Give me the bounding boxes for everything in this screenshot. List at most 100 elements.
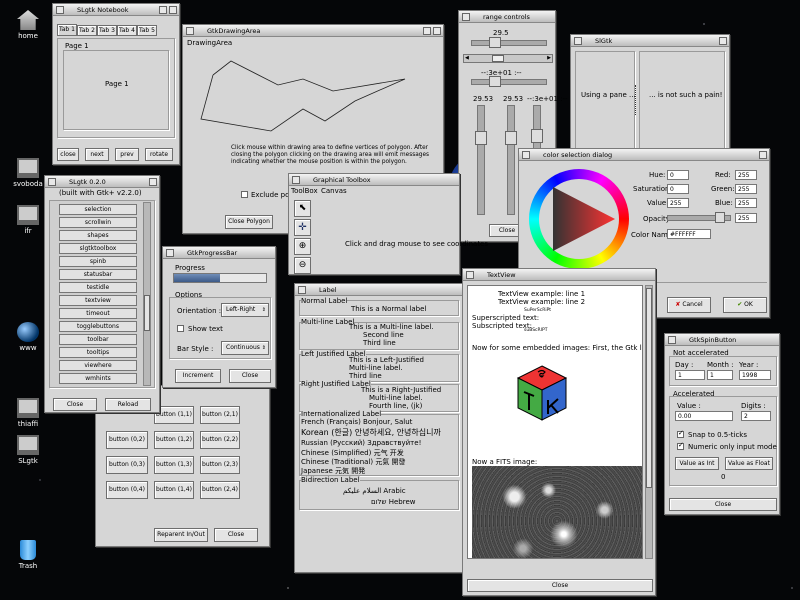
left-arrow-icon[interactable]: ◀ bbox=[465, 55, 469, 61]
list-item-testidle[interactable]: testidle bbox=[59, 282, 137, 293]
scrollbar-thumb[interactable] bbox=[492, 55, 504, 62]
reload-button[interactable]: Reload bbox=[105, 398, 151, 411]
exclude-point-checkbox[interactable] bbox=[241, 191, 248, 198]
value-as-float-button[interactable]: Value as Float bbox=[725, 457, 773, 470]
scrollbar-thumb[interactable] bbox=[144, 295, 150, 331]
tab-2[interactable]: Tab 2 bbox=[77, 25, 97, 36]
grid-button-1-4[interactable]: button (1,4) bbox=[154, 481, 194, 499]
tab-1[interactable]: Tab 1 bbox=[57, 24, 77, 36]
title-bar[interactable]: GtkDrawingArea bbox=[183, 25, 443, 37]
close-button[interactable]: Close bbox=[53, 398, 97, 411]
title-bar[interactable]: range controls bbox=[459, 11, 555, 23]
reparent-button[interactable]: Reparent In/Out bbox=[154, 528, 208, 542]
grid-button-1-1[interactable]: button (1,1) bbox=[154, 406, 194, 424]
hscale-trough[interactable] bbox=[471, 40, 547, 46]
list-item-scrollwin[interactable]: scrollwin bbox=[59, 217, 137, 228]
value-spin-input[interactable]: 0.00 bbox=[675, 411, 733, 421]
list-item-slgtktoolbox[interactable]: slgtktoolbox bbox=[59, 243, 137, 254]
ok-button[interactable]: ✔ OK bbox=[723, 297, 767, 313]
list-item-wmhints[interactable]: wmhints bbox=[59, 373, 137, 384]
list-item-selection[interactable]: selection bbox=[59, 204, 137, 215]
list-item-toolbar[interactable]: toolbar bbox=[59, 334, 137, 345]
vscale2-slider[interactable] bbox=[505, 131, 517, 145]
list-item-togglebuttons[interactable]: togglebuttons bbox=[59, 321, 137, 332]
saturation-field[interactable]: 0 bbox=[667, 184, 689, 194]
grid-button-2-4[interactable]: button (2,4) bbox=[200, 481, 240, 499]
textview-scrollbar[interactable] bbox=[645, 285, 653, 559]
hscale-slider[interactable] bbox=[489, 37, 501, 48]
close-button[interactable]: close bbox=[57, 148, 79, 161]
minimize-icon[interactable] bbox=[423, 27, 431, 35]
numeric-checkbox[interactable] bbox=[677, 441, 684, 450]
list-scrollbar[interactable] bbox=[143, 202, 151, 386]
green-field[interactable]: 255 bbox=[735, 184, 757, 194]
grid-button-1-3[interactable]: button (1,3) bbox=[154, 456, 194, 474]
close-button[interactable]: Close bbox=[214, 528, 258, 542]
cancel-button[interactable]: ✘ Cancel bbox=[667, 297, 711, 313]
toolbox-tab[interactable]: ToolBox bbox=[291, 187, 318, 195]
canvas-tab[interactable]: Canvas bbox=[321, 187, 347, 195]
title-bar[interactable]: SLgtk 0.2.0 bbox=[45, 176, 159, 188]
close-icon[interactable] bbox=[574, 37, 582, 45]
maximize-icon[interactable] bbox=[433, 27, 441, 35]
increment-button[interactable]: Increment bbox=[175, 369, 221, 383]
list-item-statusbar[interactable]: statusbar bbox=[59, 269, 137, 280]
color-name-field[interactable]: #FFFFFF bbox=[667, 229, 711, 239]
close-icon[interactable] bbox=[166, 249, 174, 257]
opacity-field[interactable]: 255 bbox=[735, 213, 757, 223]
day-spin-input[interactable]: 1 bbox=[675, 370, 705, 380]
right-arrow-icon[interactable]: ▶ bbox=[547, 55, 551, 61]
value-as-int-button[interactable]: Value as Int bbox=[675, 457, 719, 470]
title-bar[interactable]: SlGtk bbox=[571, 35, 729, 47]
maximize-icon[interactable] bbox=[719, 37, 727, 45]
blue-field[interactable]: 255 bbox=[735, 198, 757, 208]
tab-3[interactable]: Tab 3 bbox=[97, 25, 117, 36]
title-bar[interactable]: Label bbox=[295, 284, 463, 296]
title-bar[interactable]: color selection dialog bbox=[519, 149, 769, 161]
saturation-value-triangle[interactable] bbox=[539, 179, 619, 259]
tab-5[interactable]: Tab 5 bbox=[137, 25, 157, 36]
close-icon[interactable] bbox=[522, 151, 530, 159]
month-spin-input[interactable]: 1 bbox=[707, 370, 733, 380]
close-icon[interactable] bbox=[186, 27, 194, 35]
text-area[interactable]: TextView example: line 1 TextView exampl… bbox=[467, 285, 643, 559]
snap-checkbox[interactable] bbox=[677, 429, 684, 438]
orientation-select[interactable]: Left-Right ⇕ bbox=[221, 303, 269, 317]
scrollbar-thumb[interactable] bbox=[646, 288, 652, 488]
close-icon[interactable] bbox=[48, 178, 56, 186]
desktop-icon-trash[interactable]: Trash bbox=[6, 540, 50, 570]
list-item-viewhere[interactable]: viewhere bbox=[59, 360, 137, 371]
show-text-checkbox[interactable] bbox=[177, 325, 184, 332]
zoom-in-tool-button[interactable]: ⊕ bbox=[294, 238, 311, 255]
minimize-icon[interactable] bbox=[159, 6, 167, 14]
next-button[interactable]: next bbox=[85, 148, 109, 161]
grid-button-1-2[interactable]: button (1,2) bbox=[154, 431, 194, 449]
list-item-tooltips[interactable]: tooltips bbox=[59, 347, 137, 358]
drawing-canvas[interactable] bbox=[183, 47, 443, 147]
close-icon[interactable] bbox=[462, 13, 470, 21]
tab-4[interactable]: Tab 4 bbox=[117, 25, 137, 36]
grid-button-0-2[interactable]: button (0,2) bbox=[106, 431, 148, 449]
maximize-icon[interactable] bbox=[149, 178, 157, 186]
title-bar[interactable]: Graphical Toolbox bbox=[289, 174, 459, 186]
close-icon[interactable] bbox=[466, 271, 474, 279]
crosshair-tool-button[interactable]: ✛ bbox=[294, 219, 311, 236]
desktop-icon-slgtk[interactable]: SLgtk bbox=[6, 435, 50, 465]
year-spin-input[interactable]: 1998 bbox=[739, 370, 771, 380]
hscale2-trough[interactable] bbox=[471, 79, 547, 85]
grid-button-0-4[interactable]: button (0,4) bbox=[106, 481, 148, 499]
maximize-icon[interactable] bbox=[759, 151, 767, 159]
title-bar[interactable]: SLgtk Notebook bbox=[53, 4, 179, 16]
opacity-slider[interactable] bbox=[715, 212, 725, 223]
close-polygon-button[interactable]: Close Polygon bbox=[225, 215, 273, 229]
close-button[interactable]: Close bbox=[467, 579, 653, 592]
close-icon[interactable] bbox=[56, 6, 64, 14]
list-item-spinb[interactable]: spinb bbox=[59, 256, 137, 267]
close-button[interactable]: Close bbox=[229, 369, 271, 383]
grid-button-2-3[interactable]: button (2,3) bbox=[200, 456, 240, 474]
pane-handle[interactable] bbox=[635, 85, 637, 115]
close-icon[interactable] bbox=[292, 176, 300, 184]
grid-button-0-3[interactable]: button (0,3) bbox=[106, 456, 148, 474]
hscale2-slider[interactable] bbox=[489, 76, 501, 87]
list-item-timeout[interactable]: timeout bbox=[59, 308, 137, 319]
